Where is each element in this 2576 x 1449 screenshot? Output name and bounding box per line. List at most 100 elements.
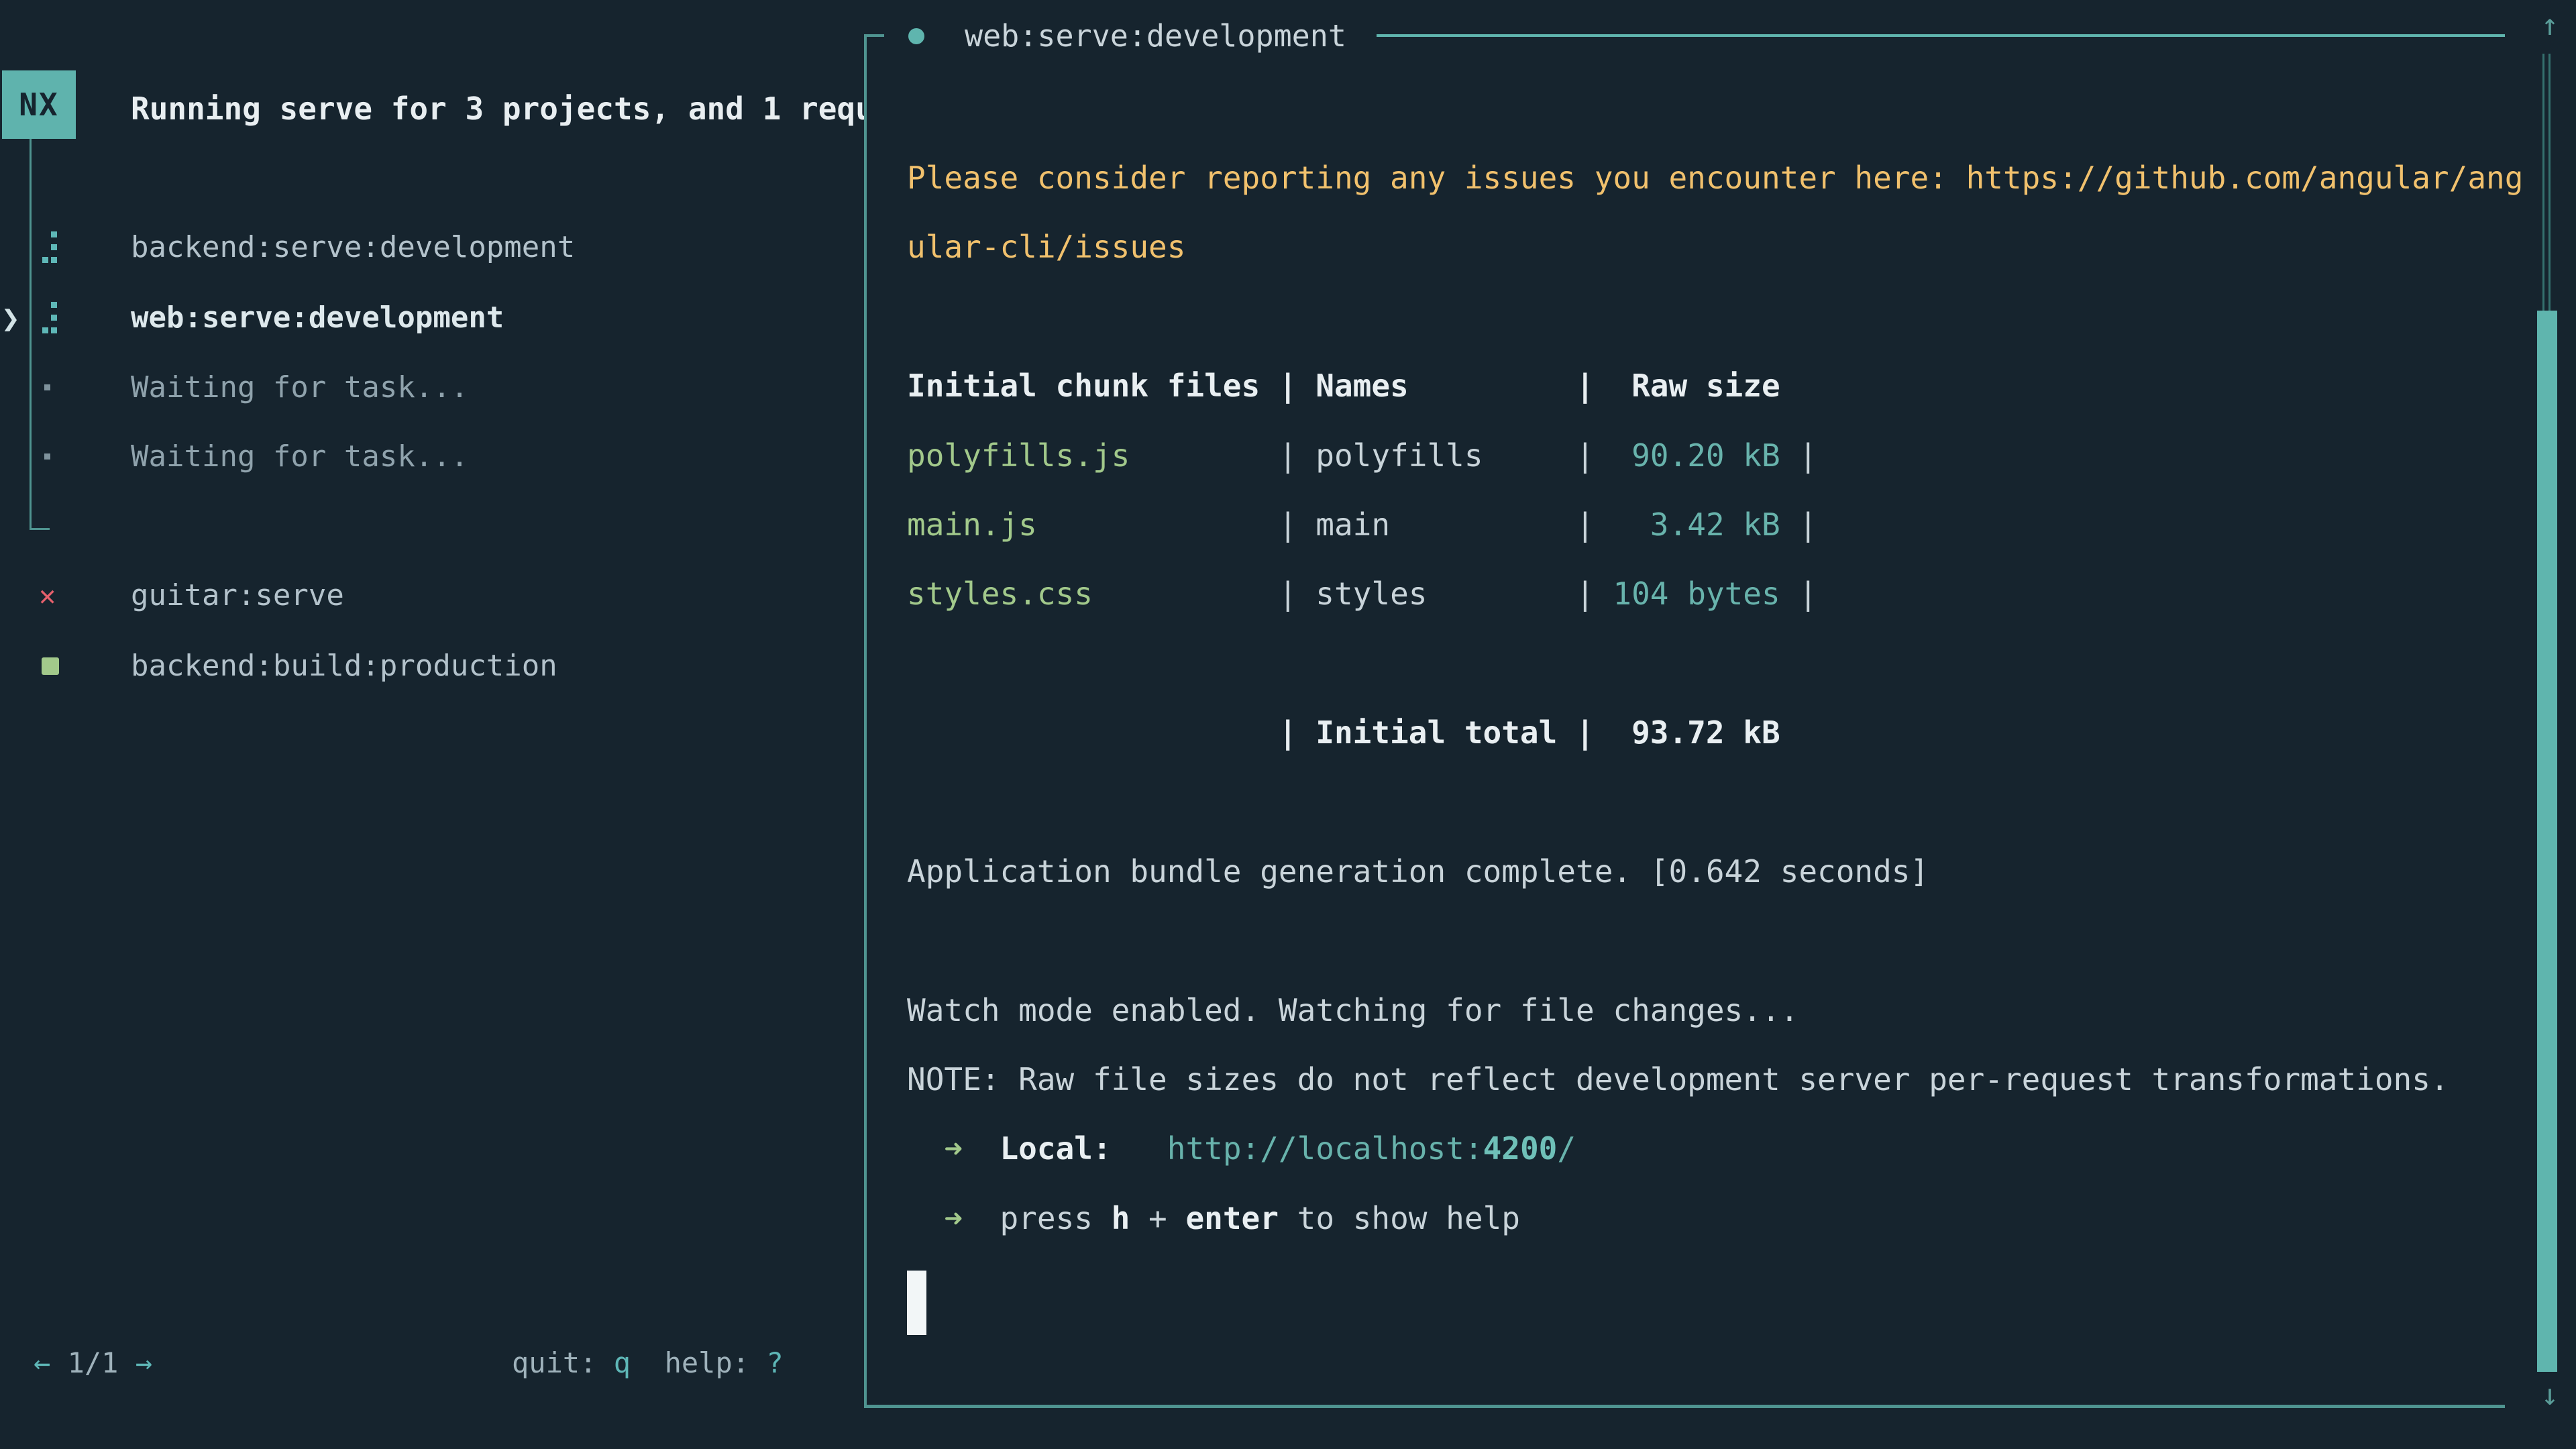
spinner-icon: [42, 231, 57, 264]
terminal-line: Watch mode enabled. Watching for file ch…: [907, 994, 2504, 1028]
terminal-text: polyfills.js: [907, 437, 1130, 474]
terminal-text: |: [1780, 576, 1836, 612]
terminal-text: | Initial total | 93.72 kB: [907, 714, 1780, 751]
terminal-text: [1112, 1130, 1167, 1167]
terminal-line: main.js | main | 3.42 kB |: [907, 508, 2504, 543]
terminal-text: |: [1780, 506, 1836, 543]
scrollbar-track[interactable]: [2542, 54, 2551, 311]
quit-key: q: [614, 1346, 631, 1379]
task-group-guide-corner: [30, 528, 50, 530]
terminal-text: [963, 1130, 1000, 1167]
success-square-icon: [42, 657, 59, 675]
terminal-text: h: [1112, 1200, 1130, 1236]
help-hint-label: help:: [631, 1346, 766, 1379]
task-label: backend:build:production: [131, 646, 557, 686]
task-label: backend:serve:development: [131, 227, 575, 268]
terminal-text: [963, 1200, 1000, 1236]
panel-bottom-border: [864, 1405, 2505, 1408]
terminal-line: [907, 1271, 2504, 1305]
running-status-dot-icon: [908, 28, 924, 44]
terminal-text: Watch mode enabled. Watching for file ch…: [907, 992, 1799, 1028]
task-row-backend-build-production[interactable]: backend:build:production: [0, 646, 864, 686]
terminal-line: Application bundle generation complete. …: [907, 855, 2504, 890]
terminal-output[interactable]: Please consider reporting any issues you…: [907, 161, 2504, 1305]
keyboard-hints: quit: q help: ?: [512, 1343, 784, 1383]
terminal-text: main.js: [907, 506, 1037, 543]
terminal-line: ➜ press h + enter to show help: [907, 1201, 2504, 1236]
terminal-text: ➜: [944, 1200, 963, 1236]
terminal-text: |: [1130, 437, 1316, 474]
pager-page-indicator: 1/1: [50, 1346, 135, 1379]
task-label: guitar:serve: [131, 576, 344, 616]
panel-top-border: [864, 34, 884, 37]
pager-next-arrow[interactable]: →: [136, 1346, 152, 1379]
panel-header-line: [1377, 34, 2505, 37]
terminal-text: |: [1483, 437, 1613, 474]
terminal-text: styles: [1316, 576, 1427, 612]
terminal-line: Initial chunk files | Names | Raw size: [907, 369, 2504, 404]
terminal-line: [907, 473, 2504, 508]
github-issues-link[interactable]: https://github.com/angular/ang: [1966, 160, 2524, 196]
quit-hint-label: quit:: [512, 1346, 614, 1379]
local-url-link[interactable]: /: [1557, 1130, 1576, 1167]
task-label: Waiting for task...: [131, 437, 468, 477]
terminal-text: [907, 1130, 944, 1167]
terminal-text: to show help: [1279, 1200, 1520, 1236]
scroll-down-arrow-icon[interactable]: ↓: [2534, 1375, 2565, 1415]
scroll-up-arrow-icon[interactable]: ↑: [2534, 5, 2565, 46]
terminal-line: [907, 751, 2504, 786]
github-issues-link[interactable]: ular-cli/issues: [907, 229, 1185, 265]
terminal-text: |: [1780, 437, 1836, 474]
terminal-line: [907, 959, 2504, 994]
terminal-line: [907, 1028, 2504, 1063]
terminal-line: [907, 785, 2504, 820]
terminal-line: [907, 196, 2504, 231]
scrollbar-thumb[interactable]: [2537, 311, 2557, 1372]
pager-prev-arrow[interactable]: ←: [34, 1346, 50, 1379]
terminal-text: |: [1037, 506, 1316, 543]
terminal-line: NOTE: Raw file sizes do not reflect deve…: [907, 1063, 2504, 1097]
terminal-text: NOTE: Raw file sizes do not reflect deve…: [907, 1061, 2449, 1097]
terminal-line: Please consider reporting any issues you…: [907, 161, 2504, 196]
terminal-text: |: [1427, 576, 1613, 612]
task-row-web-serve-development[interactable]: web:serve:development: [0, 298, 864, 338]
terminal-text: |: [1390, 506, 1613, 543]
sidebar-title: Running serve for 3 projects, and 1 requ: [131, 89, 864, 129]
terminal-line: [907, 924, 2504, 959]
terminal-line: [907, 889, 2504, 924]
terminal-line: ular-cli/issues: [907, 230, 2504, 265]
terminal-text: +: [1130, 1200, 1185, 1236]
terminal-line: [907, 265, 2504, 300]
terminal-text: 90.20 kB: [1613, 437, 1780, 474]
terminal-line: [907, 543, 2504, 578]
terminal-cursor: [907, 1271, 926, 1335]
terminal-text: ➜: [944, 1130, 963, 1167]
terminal-text: styles.css: [907, 576, 1093, 612]
nx-logo: NX: [2, 70, 76, 139]
terminal-line: [907, 681, 2504, 716]
spinner-icon: [42, 302, 57, 334]
terminal-text: [907, 1200, 944, 1236]
terminal-text: enter: [1185, 1200, 1278, 1236]
task-row-guitar-serve[interactable]: ✕ guitar:serve: [0, 576, 864, 616]
terminal-text: polyfills: [1316, 437, 1483, 474]
terminal-line: [907, 404, 2504, 439]
task-row-backend-serve-development[interactable]: backend:serve:development: [0, 227, 864, 268]
terminal-line: polyfills.js | polyfills | 90.20 kB |: [907, 439, 2504, 474]
terminal-text: press: [1000, 1200, 1111, 1236]
terminal-text: Application bundle generation complete. …: [907, 853, 1929, 890]
task-row-waiting-1[interactable]: Waiting for task...: [0, 368, 864, 408]
terminal-text: main: [1316, 506, 1390, 543]
local-url-link[interactable]: http://localhost:: [1167, 1130, 1483, 1167]
terminal-text: 104 bytes: [1613, 576, 1780, 612]
terminal-line: [907, 612, 2504, 647]
terminal-line: [907, 1167, 2504, 1201]
task-sidebar: NX Running serve for 3 projects, and 1 r…: [0, 0, 864, 1449]
panel-left-border: [864, 34, 867, 1407]
terminal-line: | Initial total | 93.72 kB: [907, 716, 2504, 751]
waiting-dot-icon: [44, 384, 50, 390]
task-row-waiting-2[interactable]: Waiting for task...: [0, 437, 864, 477]
terminal-text: |: [1093, 576, 1316, 612]
panel-title: web:serve:development: [965, 16, 1346, 56]
local-url-link[interactable]: 4200: [1483, 1130, 1558, 1167]
